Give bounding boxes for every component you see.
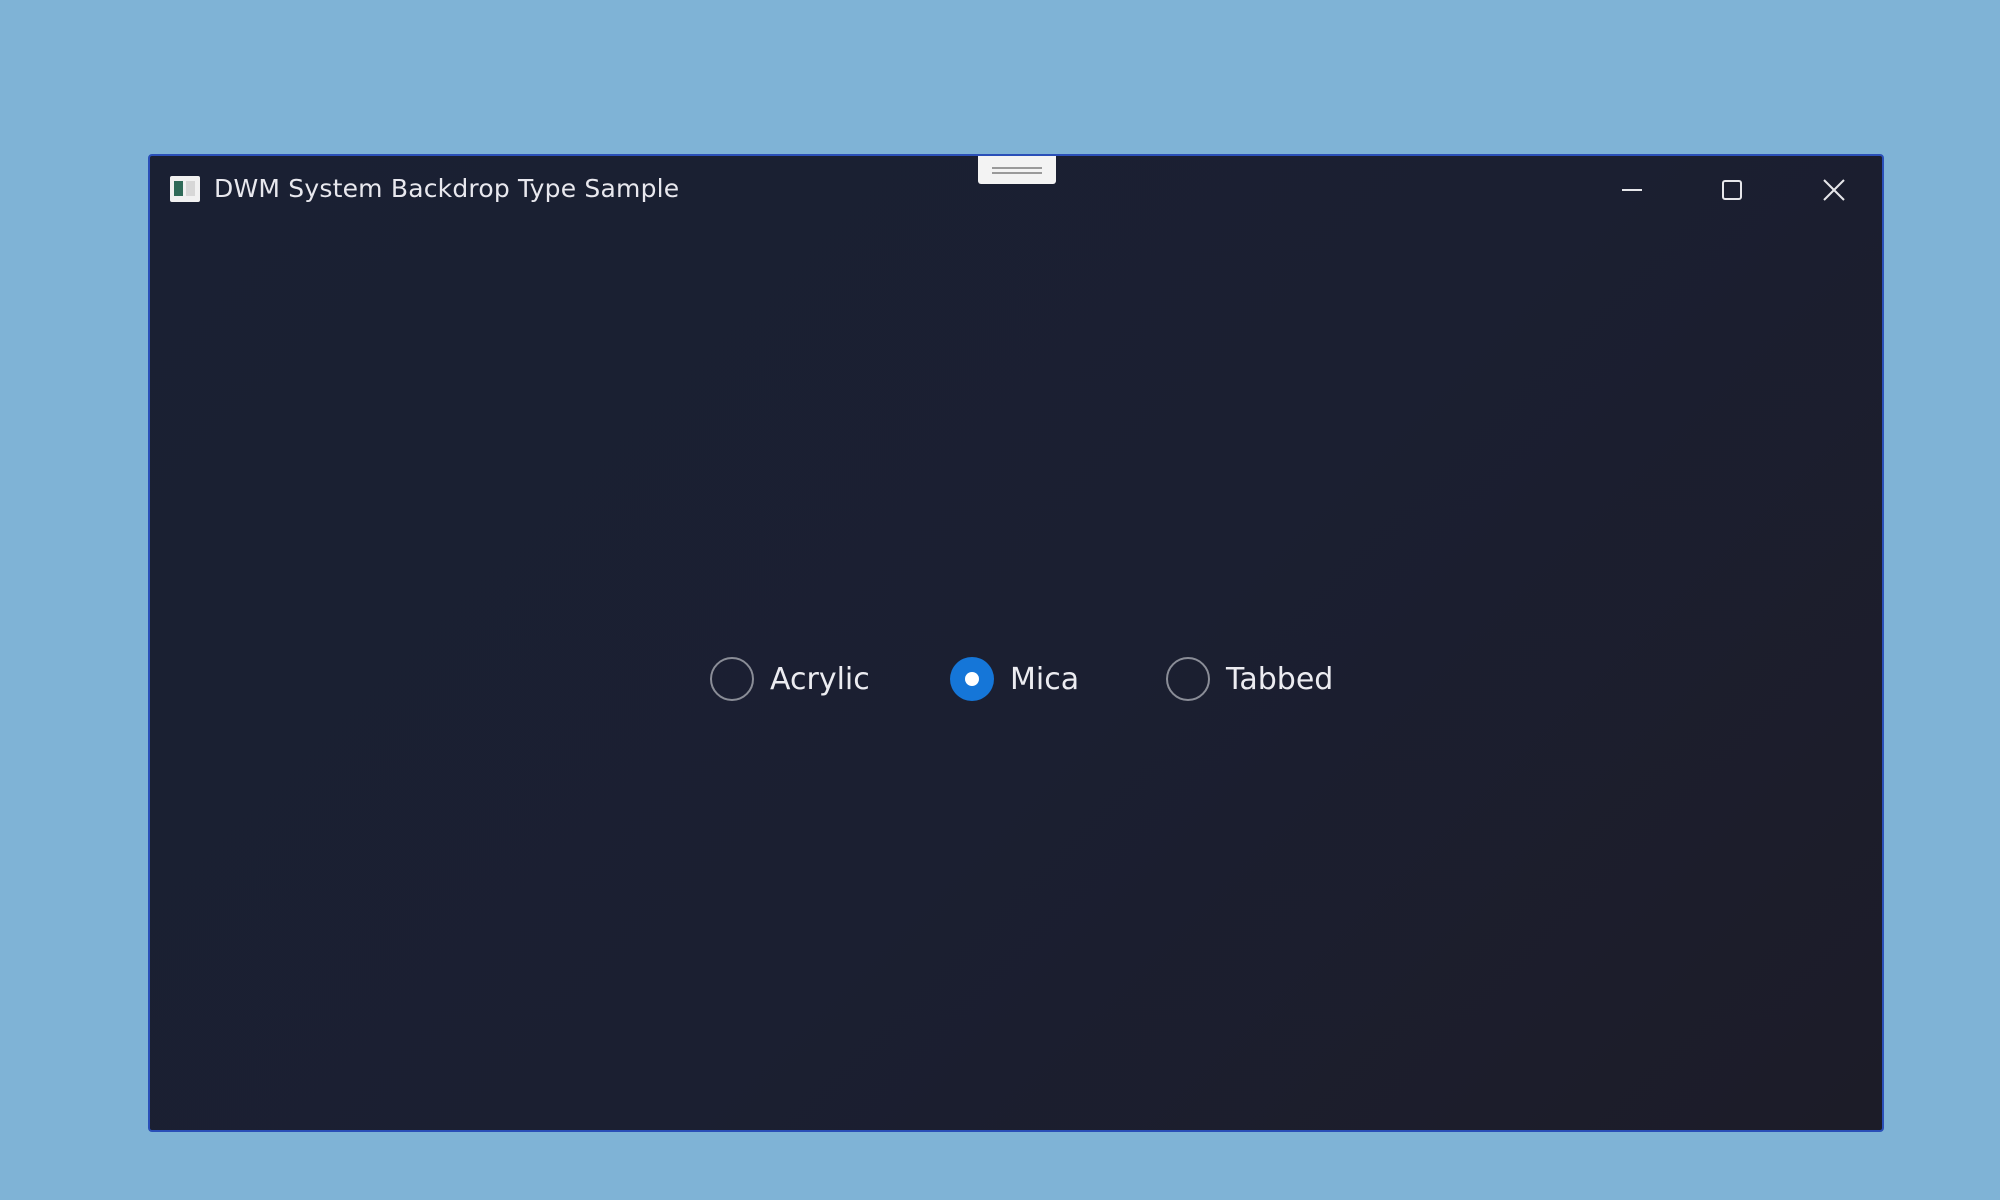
close-button[interactable] — [1784, 156, 1882, 224]
radio-acrylic-indicator[interactable] — [710, 657, 754, 701]
maximize-button[interactable] — [1682, 156, 1782, 224]
radio-acrylic-label: Acrylic — [770, 661, 870, 697]
radio-mica-indicator[interactable] — [950, 657, 994, 701]
radio-tabbed-label: Tabbed — [1226, 661, 1334, 697]
radio-mica-label: Mica — [1010, 661, 1080, 697]
close-icon — [1823, 179, 1845, 201]
radio-tabbed[interactable]: Tabbed — [1166, 654, 1333, 704]
drag-handle[interactable] — [978, 156, 1056, 184]
radio-tabbed-indicator[interactable] — [1166, 657, 1210, 701]
window-title: DWM System Backdrop Type Sample — [214, 174, 680, 203]
title-bar[interactable]: DWM System Backdrop Type Sample — [150, 156, 1882, 228]
radio-mica[interactable]: Mica — [950, 654, 1079, 704]
minimize-button[interactable] — [1582, 156, 1682, 224]
minimize-icon — [1622, 189, 1642, 191]
maximize-icon — [1722, 180, 1742, 200]
app-window-icon — [170, 176, 200, 202]
app-window: DWM System Backdrop Type Sample Acrylic — [148, 154, 1884, 1132]
radio-acrylic[interactable]: Acrylic — [710, 654, 870, 704]
